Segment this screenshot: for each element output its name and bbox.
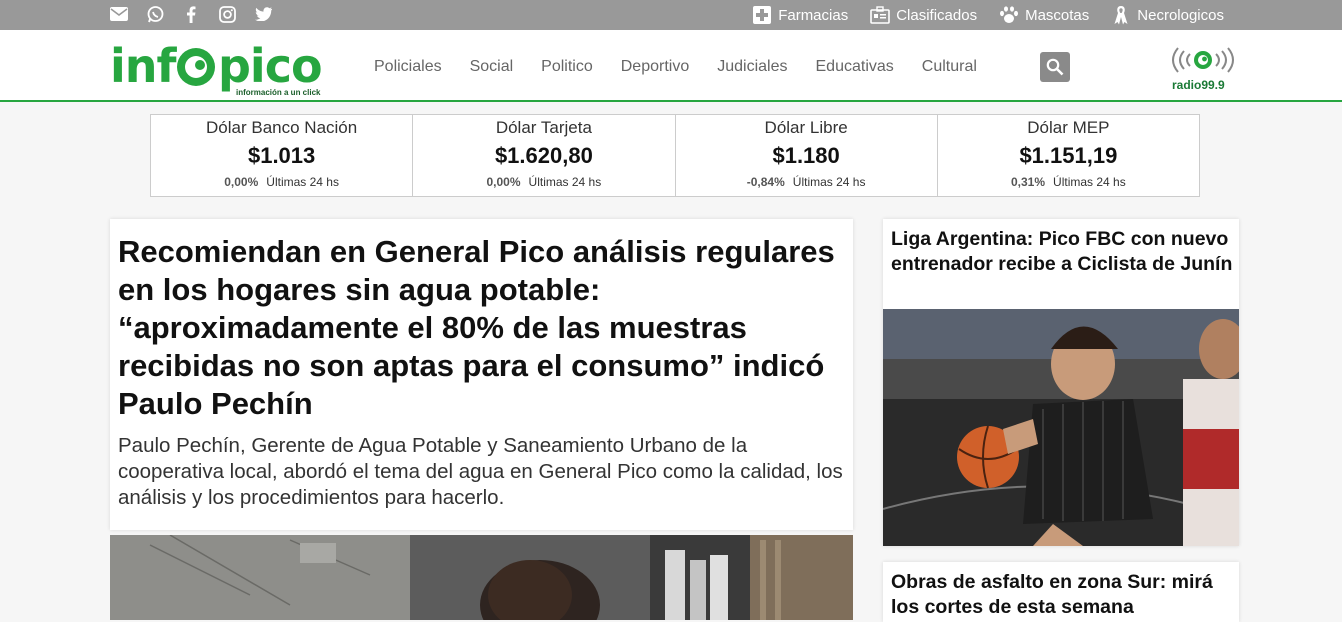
dollar-cell-tarjeta: Dólar Tarjeta $1.620,80 0,00% Últimas 24 … (413, 115, 676, 196)
main-article-image[interactable] (110, 535, 853, 620)
instagram-icon[interactable] (218, 5, 236, 23)
link-clasificados-label: Clasificados (896, 6, 978, 24)
nav-item-policiales[interactable]: Policiales (360, 58, 456, 76)
nav-item-social[interactable]: Social (456, 58, 528, 76)
main-article-title[interactable]: Recomiendan en General Pico análisis reg… (118, 233, 846, 423)
basketball-photo (883, 309, 1239, 546)
svg-text:inf: inf (110, 39, 178, 93)
dollar-name: Dólar Libre (764, 118, 848, 137)
main-nav: Policiales Social Politico Deportivo Jud… (360, 58, 991, 76)
dollar-name: Dólar MEP (1027, 118, 1110, 137)
dollar-value: $1.151,19 (1019, 143, 1118, 168)
pharmacy-cross-icon (752, 5, 772, 25)
site-logo[interactable]: inf pico información a un click (110, 36, 332, 98)
link-necrologicos-label: Necrologicos (1137, 6, 1224, 24)
social-links (110, 5, 272, 23)
main-article[interactable]: Recomiendan en General Pico análisis reg… (110, 219, 853, 530)
nav-item-educativas[interactable]: Educativas (802, 58, 908, 76)
top-bar: Farmacias Clasificados Mascotas Necrolog… (0, 0, 1342, 30)
site-header: inf pico información a un click Policial… (0, 30, 1342, 102)
dollar-meta: 0,31% Últimas 24 hs (938, 175, 1199, 189)
side-article-title[interactable]: Liga Argentina: Pico FBC con nuevo entre… (891, 227, 1233, 277)
dollar-period: Últimas 24 hs (528, 175, 602, 189)
ribbon-icon (1111, 5, 1131, 25)
dollar-meta: -0,84% Últimas 24 hs (676, 175, 937, 189)
dollar-cell-banco-nacion: Dólar Banco Nación $1.013 0,00% Últimas 2… (151, 115, 414, 196)
paw-icon (999, 5, 1019, 25)
link-farmacias-label: Farmacias (778, 6, 849, 24)
dollar-pct: 0,31% (1011, 175, 1046, 189)
dollar-cell-mep: Dólar MEP $1.151,19 0,31% Últimas 24 hs (938, 115, 1199, 196)
twitter-icon[interactable] (254, 5, 272, 23)
side-article[interactable]: Obras de asfalto en zona Sur: mirá los c… (883, 562, 1239, 622)
link-farmacias[interactable]: Farmacias (752, 5, 848, 25)
whatsapp-icon[interactable] (146, 5, 164, 23)
facebook-icon[interactable] (182, 5, 200, 23)
link-mascotas-label: Mascotas (1025, 6, 1090, 24)
nav-item-politico[interactable]: Politico (527, 58, 607, 76)
classifieds-icon (870, 5, 891, 25)
radio-label: radio99.9 (1172, 78, 1225, 92)
main-article-photo (110, 535, 853, 620)
link-necrologicos[interactable]: Necrologicos (1111, 5, 1224, 25)
dollar-period: Últimas 24 hs (1053, 175, 1126, 189)
radio-waves-icon (1172, 47, 1234, 73)
dollar-value: $1.180 (772, 143, 840, 168)
dollar-name: Dólar Banco Nación (206, 118, 358, 137)
dollar-period: Últimas 24 hs (792, 175, 866, 189)
side-article-title[interactable]: Obras de asfalto en zona Sur: mirá los c… (891, 570, 1233, 620)
side-article[interactable]: Liga Argentina: Pico FBC con nuevo entre… (883, 219, 1239, 546)
radio-link[interactable]: radio99.9 (1164, 44, 1242, 92)
side-article-image[interactable] (883, 309, 1239, 546)
dollar-meta: 0,00% Últimas 24 hs (151, 175, 412, 189)
nav-item-judiciales[interactable]: Judiciales (703, 58, 801, 76)
logo-tagline: información a un click (236, 88, 321, 97)
search-icon (1046, 58, 1064, 76)
dollar-cell-libre: Dólar Libre $1.180 -0,84% Últimas 24 hs (676, 115, 938, 196)
dollar-value: $1.620,80 (494, 143, 593, 168)
mail-icon[interactable] (110, 5, 128, 23)
svg-text:pico: pico (218, 39, 322, 93)
search-button[interactable] (1040, 52, 1070, 82)
link-clasificados[interactable]: Clasificados (870, 5, 977, 25)
dollar-pct: 0,00% (486, 175, 521, 189)
dollar-pct: -0,84% (746, 175, 785, 189)
nav-item-cultural[interactable]: Cultural (908, 58, 991, 76)
dollar-meta: 0,00% Últimas 24 hs (413, 175, 674, 189)
dollar-value: $1.013 (247, 143, 316, 168)
main-article-summary: Paulo Pechín, Gerente de Agua Potable y … (118, 434, 843, 509)
nav-item-deportivo[interactable]: Deportivo (607, 58, 703, 76)
top-links: Farmacias Clasificados Mascotas Necrolog… (752, 5, 1224, 25)
dollar-quotes: Dólar Banco Nación $1.013 0,00% Últimas 2… (150, 114, 1200, 197)
dollar-pct: 0,00% (224, 175, 259, 189)
dollar-name: Dólar Tarjeta (495, 118, 592, 137)
link-mascotas[interactable]: Mascotas (999, 5, 1089, 25)
dollar-period: Últimas 24 hs (266, 175, 339, 189)
